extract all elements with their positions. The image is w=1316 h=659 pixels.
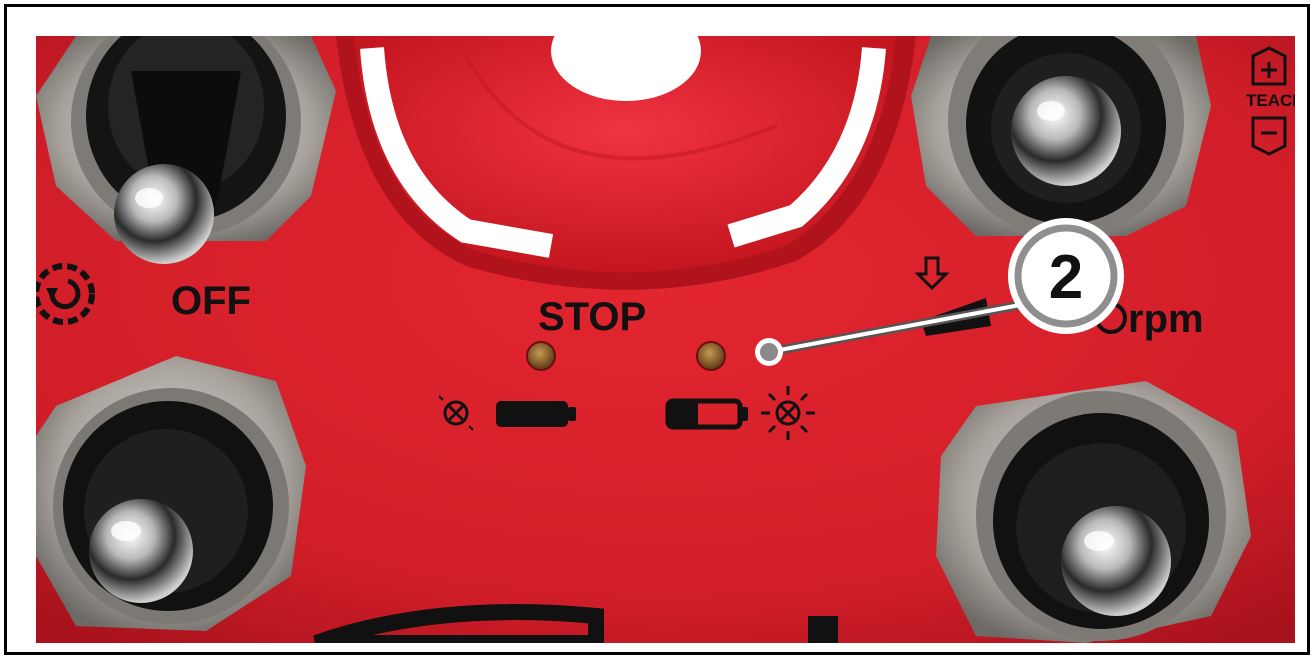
status-led-left <box>526 341 556 371</box>
callout-number: 2 <box>1049 243 1083 312</box>
off-label: OFF <box>171 279 251 323</box>
light-on-icon <box>761 386 815 440</box>
status-led-right <box>696 341 726 371</box>
callout-marker: 2 <box>1008 218 1124 334</box>
rpm-label: rpm <box>1128 297 1204 341</box>
toggle-switch-top-right[interactable] <box>911 36 1211 239</box>
figure-frame: OFF STOP rpm TEAC 2 <box>4 4 1310 655</box>
stop-label: STOP <box>538 295 646 339</box>
toggle-switch-bottom-right[interactable] <box>936 381 1251 643</box>
battery-full-icon <box>496 401 576 427</box>
bottom-bar-symbol <box>808 616 838 643</box>
control-panel-photo: OFF STOP rpm TEAC 2 <box>36 36 1295 643</box>
teach-label: TEACH <box>1246 91 1295 110</box>
